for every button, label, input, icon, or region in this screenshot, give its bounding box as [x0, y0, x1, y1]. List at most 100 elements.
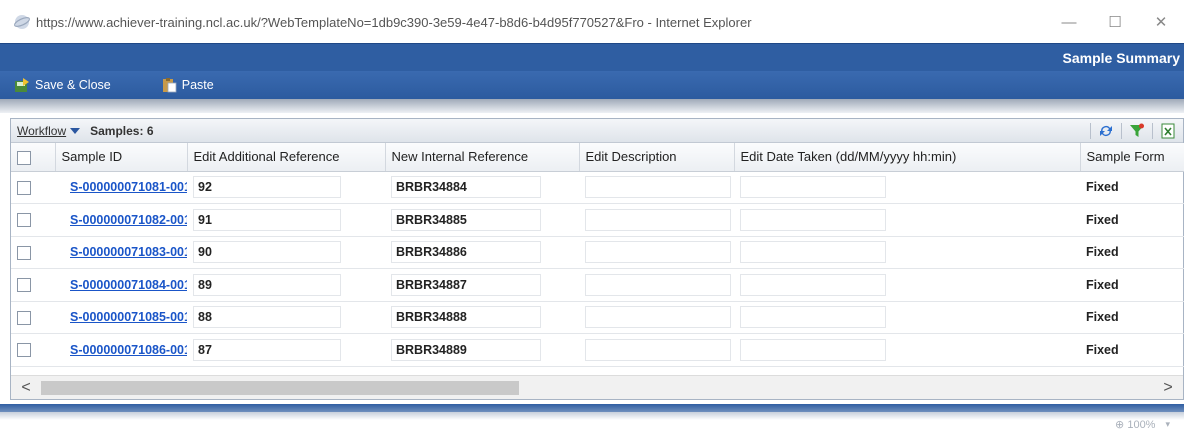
- row-select-cell: [11, 301, 55, 334]
- table-row: S-000000071081-001 Fixed: [11, 171, 1184, 204]
- page-title: Sample Summary: [1062, 50, 1181, 66]
- caret-down-icon: [70, 127, 81, 134]
- sample-id-cell: S-000000071084-001: [55, 268, 187, 302]
- grid-tools: [1084, 122, 1177, 140]
- maximize-button[interactable]: ☐: [1092, 0, 1138, 44]
- description-input[interactable]: [585, 176, 731, 199]
- date-taken-input[interactable]: [740, 176, 886, 199]
- select-all-checkbox[interactable]: [17, 150, 31, 165]
- samples-table: Sample ID Edit Additional Reference New …: [11, 143, 1184, 367]
- additional-ref-cell: [187, 333, 385, 367]
- additional-ref-input[interactable]: [193, 176, 341, 199]
- refresh-button[interactable]: [1097, 122, 1115, 140]
- internal-ref-input[interactable]: [391, 176, 541, 199]
- export-excel-icon: [1161, 123, 1175, 139]
- sample-form-value: Fixed: [1086, 245, 1119, 260]
- filter-button[interactable]: [1128, 122, 1146, 140]
- workflow-menu[interactable]: Workflow: [17, 123, 81, 138]
- close-button[interactable]: ✕: [1138, 0, 1184, 44]
- export-excel-button[interactable]: [1159, 122, 1177, 140]
- samples-grid-panel: Workflow Samples: 6 Sample ID Edit Addit…: [10, 118, 1184, 400]
- minimize-button[interactable]: —: [1046, 0, 1092, 44]
- sample-form-value: Fixed: [1086, 310, 1119, 325]
- sample-id-link[interactable]: S-000000071083-001: [70, 245, 187, 259]
- additional-ref-cell: [187, 236, 385, 269]
- internal-ref-input[interactable]: [391, 306, 541, 329]
- scroll-track[interactable]: [41, 380, 1153, 396]
- sample-id-link[interactable]: S-000000071085-001: [70, 310, 187, 324]
- sample-form-value: Fixed: [1086, 342, 1119, 357]
- horizontal-scrollbar[interactable]: < >: [11, 375, 1183, 399]
- row-select-cell: [11, 236, 55, 269]
- description-input[interactable]: [585, 241, 731, 264]
- paste-icon: [162, 78, 177, 93]
- row-checkbox[interactable]: [17, 213, 31, 228]
- date-taken-input[interactable]: [740, 273, 886, 296]
- sample-form-value: Fixed: [1086, 180, 1119, 195]
- date-taken-input[interactable]: [740, 338, 886, 361]
- workflow-label: Workflow: [17, 123, 67, 138]
- internal-ref-input[interactable]: [391, 338, 541, 361]
- row-select-cell: [11, 333, 55, 367]
- col-additional-ref[interactable]: Edit Additional Reference: [187, 143, 386, 172]
- bottom-bar: [0, 404, 1184, 412]
- additional-ref-input[interactable]: [193, 338, 341, 361]
- paste-button[interactable]: Paste: [161, 77, 214, 93]
- col-sample-form[interactable]: Sample Form: [1080, 143, 1184, 172]
- toolbar-separator: [1152, 123, 1153, 139]
- internal-ref-input[interactable]: [391, 208, 541, 231]
- select-all-cell: [11, 143, 56, 172]
- description-input[interactable]: [585, 208, 731, 231]
- zoom-control[interactable]: ⊕ 100% ▾: [1115, 418, 1170, 432]
- sample-form-value: Fixed: [1086, 212, 1119, 227]
- description-cell: [579, 203, 734, 237]
- scroll-thumb[interactable]: [41, 380, 519, 395]
- sample-form-cell: Fixed: [1080, 236, 1184, 269]
- additional-ref-input[interactable]: [193, 241, 341, 264]
- sample-id-link[interactable]: S-000000071082-001: [70, 213, 187, 227]
- date-taken-cell: [734, 203, 1080, 237]
- row-checkbox[interactable]: [17, 278, 31, 293]
- row-checkbox[interactable]: [17, 310, 31, 325]
- additional-ref-input[interactable]: [193, 273, 341, 296]
- description-cell: [579, 268, 734, 302]
- row-checkbox[interactable]: [17, 245, 31, 260]
- description-cell: [579, 171, 734, 204]
- description-input[interactable]: [585, 338, 731, 361]
- date-taken-input[interactable]: [740, 241, 886, 264]
- ie-icon: [14, 15, 30, 29]
- date-taken-input[interactable]: [740, 208, 886, 231]
- internal-ref-input[interactable]: [391, 241, 541, 264]
- additional-ref-cell: [187, 171, 385, 204]
- save-close-icon: [15, 78, 29, 92]
- refresh-icon: [1100, 126, 1112, 136]
- zoom-caret-icon: ▾: [1165, 419, 1170, 429]
- sample-id-cell: S-000000071083-001: [55, 236, 187, 269]
- row-checkbox[interactable]: [17, 180, 31, 195]
- col-sample-id[interactable]: Sample ID: [55, 143, 188, 172]
- additional-ref-input[interactable]: [193, 306, 341, 329]
- window-title: https://www.achiever-training.ncl.ac.uk/…: [36, 14, 752, 30]
- sample-form-cell: Fixed: [1080, 171, 1184, 204]
- col-internal-ref[interactable]: New Internal Reference: [385, 143, 580, 172]
- row-checkbox[interactable]: [17, 343, 31, 358]
- sample-id-link[interactable]: S-000000071081-001: [70, 180, 187, 194]
- scroll-right-button[interactable]: >: [1153, 376, 1183, 400]
- description-input[interactable]: [585, 306, 731, 329]
- additional-ref-input[interactable]: [193, 208, 341, 231]
- sample-id-link[interactable]: S-000000071086-001: [70, 343, 187, 357]
- save-close-button[interactable]: Save & Close: [14, 77, 111, 93]
- description-input[interactable]: [585, 273, 731, 296]
- date-taken-cell: [734, 301, 1080, 334]
- additional-ref-cell: [187, 301, 385, 334]
- internal-ref-input[interactable]: [391, 273, 541, 296]
- sample-id-link[interactable]: S-000000071084-001: [70, 278, 187, 292]
- date-taken-input[interactable]: [740, 306, 886, 329]
- scroll-left-button[interactable]: <: [11, 376, 41, 400]
- window-controls: — ☐ ✕: [1046, 0, 1184, 44]
- col-description[interactable]: Edit Description: [579, 143, 735, 172]
- date-taken-cell: [734, 268, 1080, 302]
- col-date-taken[interactable]: Edit Date Taken (dd/MM/yyyy hh:min): [734, 143, 1081, 172]
- sample-id-cell: S-000000071085-001: [55, 301, 187, 334]
- toolbar-shadow: [0, 99, 1184, 113]
